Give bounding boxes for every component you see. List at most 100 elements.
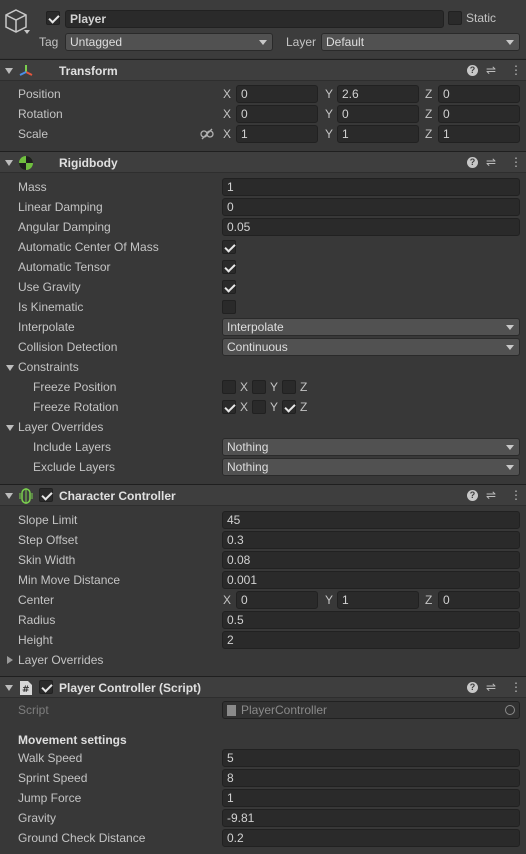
presets-icon[interactable]: ⇌ [486, 155, 496, 169]
player-controller-header[interactable]: # Player Controller (Script) ? ⇌ ⋮ [0, 676, 526, 698]
position-x-field[interactable]: 0 [236, 85, 318, 103]
auto-tensor-label: Automatic Tensor [18, 260, 111, 274]
cc-layer-overrides-label[interactable]: Layer Overrides [18, 652, 103, 668]
center-y-field[interactable]: 1 [337, 591, 419, 609]
layer-overrides-foldout-icon[interactable] [6, 425, 14, 431]
unlink-icon[interactable] [200, 128, 214, 140]
min-move-distance-field[interactable]: 0.001 [222, 571, 520, 589]
walk-speed-field[interactable]: 5 [222, 749, 520, 767]
rotation-y-field[interactable]: 0 [337, 105, 419, 123]
rotation-z-field[interactable]: 0 [438, 105, 520, 123]
presets-icon[interactable]: ⇌ [486, 63, 496, 77]
help-icon[interactable]: ? [467, 682, 478, 693]
axis-y-label: Y [270, 380, 279, 394]
jump-force-label: Jump Force [18, 791, 82, 805]
mass-label: Mass [18, 180, 47, 194]
context-menu-icon[interactable]: ⋮ [510, 155, 522, 169]
is-kinematic-label: Is Kinematic [18, 300, 84, 314]
transform-icon [19, 65, 33, 76]
context-menu-icon[interactable]: ⋮ [510, 680, 522, 694]
cc-layer-overrides-foldout-icon[interactable] [7, 656, 13, 664]
layer-overrides-label[interactable]: Layer Overrides [18, 419, 103, 435]
character-controller-enabled-checkbox[interactable] [39, 488, 53, 502]
collision-detection-dropdown[interactable]: Continuous [222, 338, 520, 356]
gravity-field[interactable]: -9.81 [222, 809, 520, 827]
foldout-arrow-icon[interactable] [5, 68, 13, 74]
foldout-arrow-icon[interactable] [5, 685, 13, 691]
axis-z-label: Z [300, 380, 308, 394]
script-object-field[interactable]: PlayerController [222, 701, 520, 719]
use-gravity-checkbox[interactable] [222, 280, 236, 294]
auto-center-checkbox[interactable] [222, 240, 236, 254]
sprint-speed-field[interactable]: 8 [222, 769, 520, 787]
linear-damping-label: Linear Damping [18, 200, 103, 214]
ground-check-distance-field[interactable]: 0.2 [222, 829, 520, 847]
character-controller-header[interactable]: Character Controller ? ⇌ ⋮ [0, 484, 526, 506]
exclude-layers-dropdown[interactable]: Nothing [222, 458, 520, 476]
layer-dropdown[interactable]: Default [321, 33, 520, 51]
help-icon[interactable]: ? [467, 157, 478, 168]
position-y-field[interactable]: 2.6 [337, 85, 419, 103]
include-layers-value: Nothing [227, 440, 269, 454]
linear-damping-field[interactable]: 0 [222, 198, 520, 216]
freeze-position-z-checkbox[interactable] [282, 380, 296, 394]
skin-width-field[interactable]: 0.08 [222, 551, 520, 569]
help-icon[interactable]: ? [467, 65, 478, 76]
auto-tensor-checkbox[interactable] [222, 260, 236, 274]
active-checkbox[interactable] [46, 11, 60, 25]
chevron-down-icon[interactable] [24, 30, 30, 34]
angular-damping-label: Angular Damping [18, 220, 111, 234]
transform-header[interactable]: Transform ? ⇌ ⋮ [0, 59, 526, 81]
freeze-rotation-y-checkbox[interactable] [252, 400, 266, 414]
interpolate-dropdown[interactable]: Interpolate [222, 318, 520, 336]
center-x-field[interactable]: 0 [236, 591, 318, 609]
scale-x-field[interactable]: 1 [236, 125, 318, 143]
scale-y-field[interactable]: 1 [337, 125, 419, 143]
constraints-label[interactable]: Constraints [18, 359, 79, 375]
angular-damping-field[interactable]: 0.05 [222, 218, 520, 236]
jump-force-field[interactable]: 1 [222, 789, 520, 807]
slope-limit-field[interactable]: 45 [222, 511, 520, 529]
constraints-foldout-icon[interactable] [6, 365, 14, 371]
axis-x-label: X [240, 380, 249, 394]
dropdown-arrow-icon [506, 345, 514, 350]
radius-field[interactable]: 0.5 [222, 611, 520, 629]
mass-field[interactable]: 1 [222, 178, 520, 196]
height-field[interactable]: 2 [222, 631, 520, 649]
foldout-arrow-icon[interactable] [5, 160, 13, 166]
svg-text:#: # [22, 685, 30, 695]
step-offset-field[interactable]: 0.3 [222, 531, 520, 549]
tag-dropdown[interactable]: Untagged [65, 33, 273, 51]
freeze-position-x-checkbox[interactable] [222, 380, 236, 394]
freeze-rotation-z-checkbox[interactable] [282, 400, 296, 414]
axis-x-label: X [223, 107, 232, 121]
freeze-rotation-x-checkbox[interactable] [222, 400, 236, 414]
rigidbody-header[interactable]: Rigidbody ? ⇌ ⋮ [0, 151, 526, 173]
foldout-arrow-icon[interactable] [5, 493, 13, 499]
context-menu-icon[interactable]: ⋮ [510, 488, 522, 502]
dropdown-arrow-icon [259, 40, 267, 45]
ground-check-distance-label: Ground Check Distance [18, 831, 146, 845]
presets-icon[interactable]: ⇌ [486, 488, 496, 502]
static-checkbox[interactable] [448, 11, 462, 25]
is-kinematic-checkbox[interactable] [222, 300, 236, 314]
axis-y-label: Y [325, 107, 334, 121]
freeze-position-y-checkbox[interactable] [252, 380, 266, 394]
include-layers-dropdown[interactable]: Nothing [222, 438, 520, 456]
axis-y-label: Y [325, 127, 334, 141]
object-picker-icon[interactable] [505, 705, 515, 715]
center-z-field[interactable]: 0 [438, 591, 520, 609]
interpolate-label: Interpolate [18, 320, 75, 334]
help-icon[interactable]: ? [467, 490, 478, 501]
static-label: Static [466, 11, 497, 25]
object-name-field[interactable]: Player [65, 10, 444, 28]
position-z-field[interactable]: 0 [438, 85, 520, 103]
context-menu-icon[interactable]: ⋮ [510, 63, 522, 77]
presets-icon[interactable]: ⇌ [486, 680, 496, 694]
axis-x-label: X [240, 400, 249, 414]
object-header: Player Static Tag Untagged Layer Default [0, 0, 526, 58]
player-controller-enabled-checkbox[interactable] [39, 680, 53, 694]
scale-z-field[interactable]: 1 [438, 125, 520, 143]
rotation-x-field[interactable]: 0 [236, 105, 318, 123]
use-gravity-label: Use Gravity [18, 280, 81, 294]
